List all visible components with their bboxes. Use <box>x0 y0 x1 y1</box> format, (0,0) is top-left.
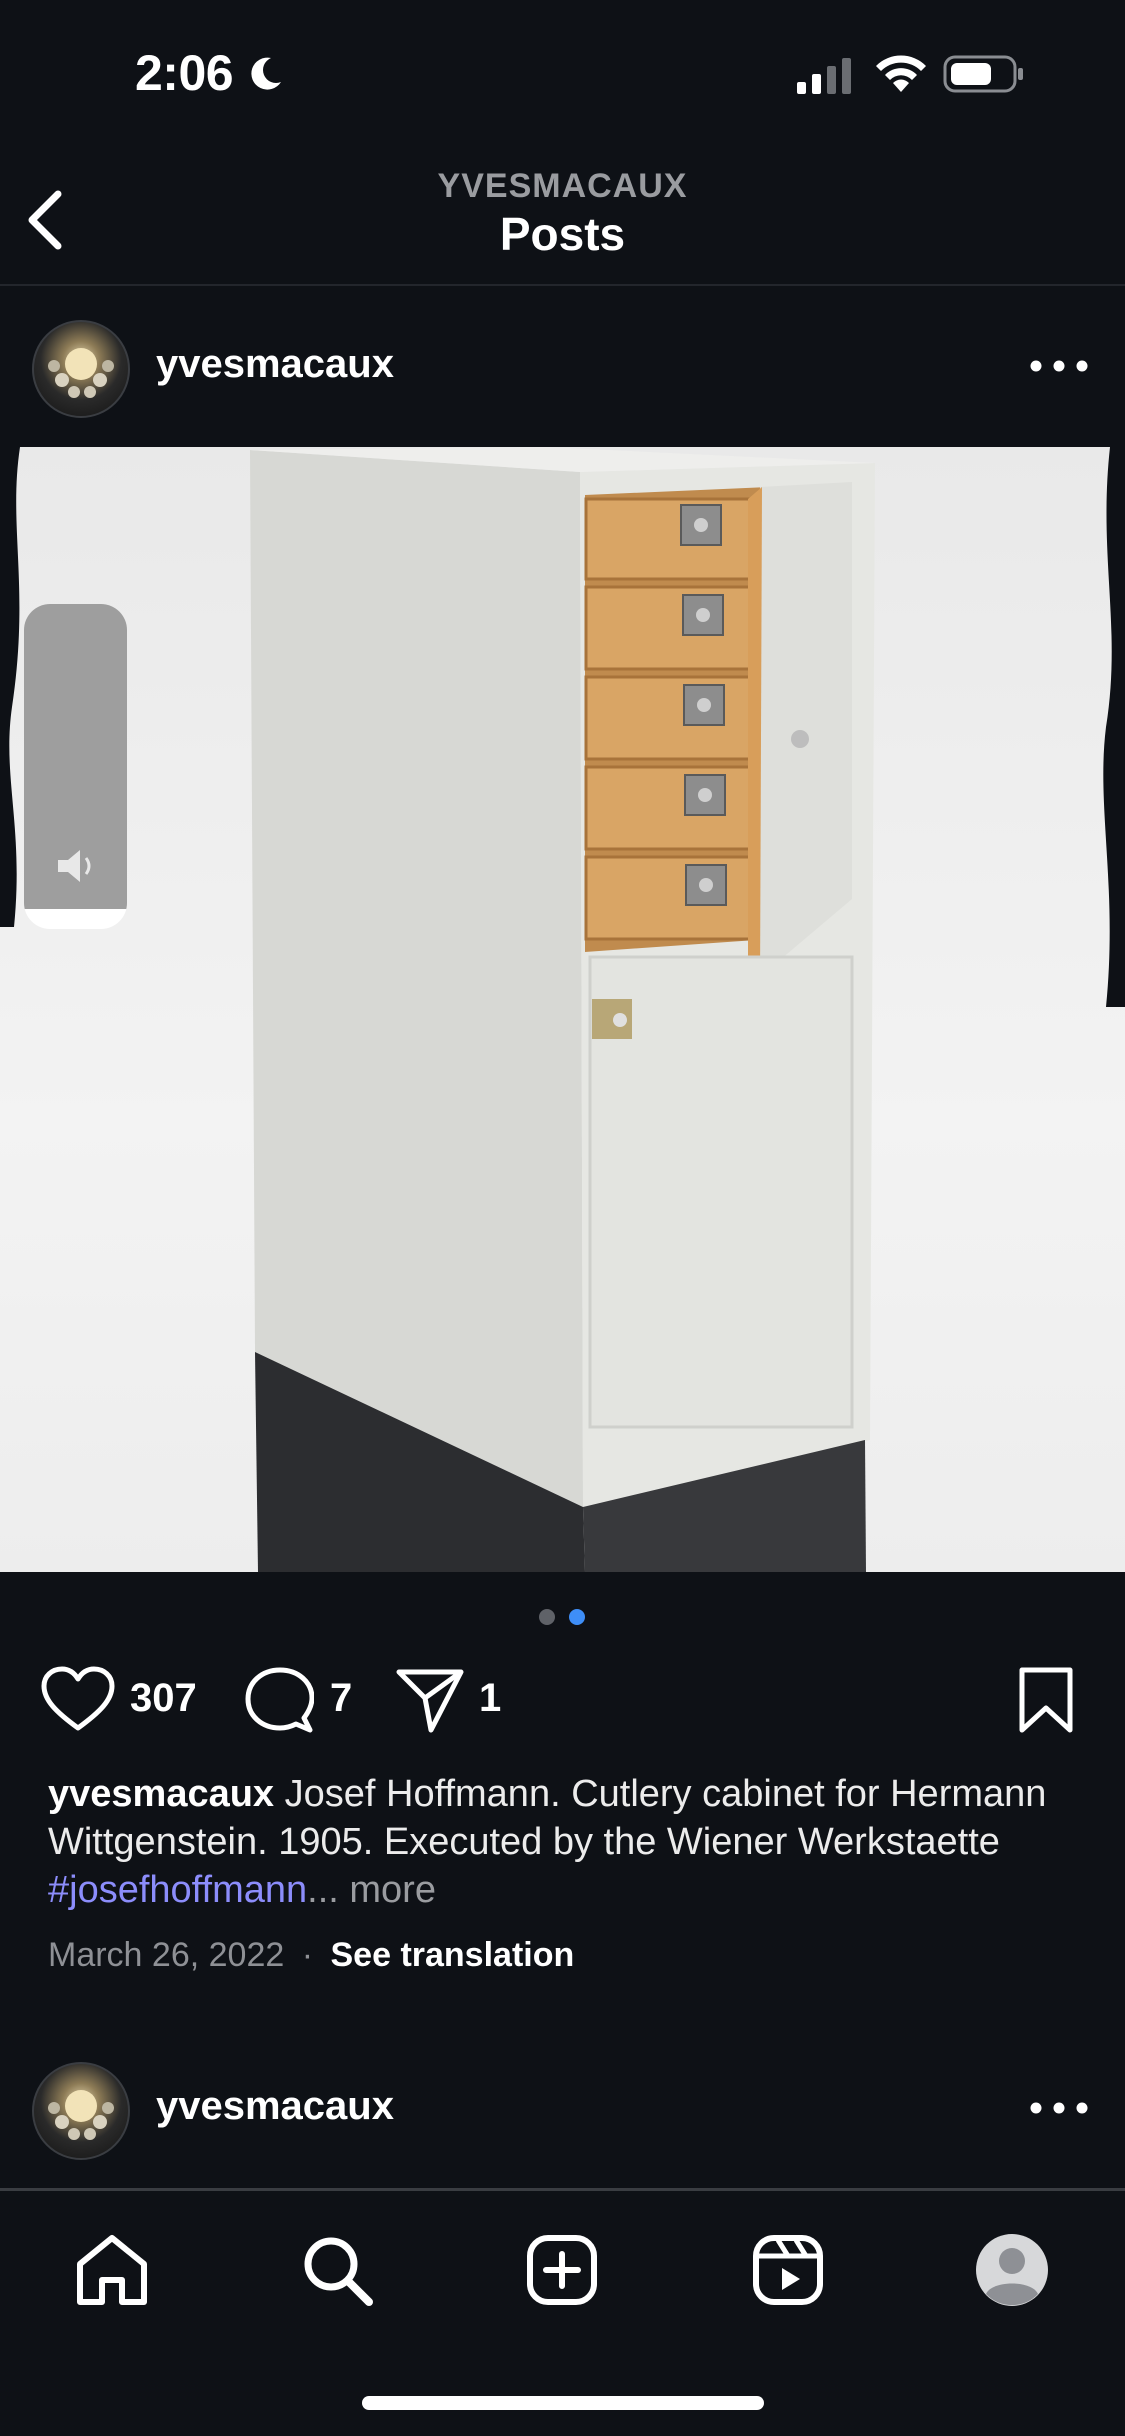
reels-icon[interactable] <box>748 2230 828 2310</box>
status-time: 2:06 <box>135 45 234 101</box>
date-separator: · <box>301 1936 314 1974</box>
post-image[interactable] <box>0 447 1125 1572</box>
avatar[interactable] <box>32 320 130 418</box>
post-date: March 26, 2022 <box>48 1936 285 1974</box>
comment-icon[interactable] <box>244 1666 314 1736</box>
next-post-username[interactable]: yvesmacaux <box>156 2084 394 2129</box>
share-count[interactable]: 1 <box>479 1676 501 1721</box>
post-date-row: March 26, 2022 · See translation <box>48 1936 574 1975</box>
next-post-more-options-icon[interactable] <box>1024 2088 1094 2128</box>
home-icon[interactable] <box>72 2230 152 2310</box>
page-title: Posts <box>499 208 626 260</box>
header-divider <box>0 284 1125 286</box>
speaker-icon <box>58 850 91 882</box>
volume-indicator <box>24 604 127 929</box>
like-count[interactable]: 307 <box>130 1676 197 1721</box>
battery-icon <box>943 55 1023 93</box>
post-caption: yvesmacaux Josef Hoffmann. Cutlery cabin… <box>48 1770 1078 1914</box>
create-icon[interactable] <box>522 2230 602 2310</box>
profile-icon[interactable] <box>972 2230 1052 2310</box>
comment-count[interactable]: 7 <box>330 1676 352 1721</box>
moon-icon <box>251 57 281 90</box>
header-account: YVESMACAUX <box>437 167 688 205</box>
bookmark-icon[interactable] <box>1016 1666 1076 1736</box>
like-icon[interactable] <box>40 1666 116 1734</box>
carousel-dot-2 <box>569 1609 585 1625</box>
see-translation-link[interactable]: See translation <box>331 1936 575 1974</box>
tab-bar-divider <box>0 2188 1125 2191</box>
home-indicator[interactable] <box>362 2396 764 2410</box>
more-options-icon[interactable] <box>1024 346 1094 386</box>
carousel-dot-1 <box>539 1609 555 1625</box>
next-post-avatar[interactable] <box>32 2062 130 2160</box>
share-icon[interactable] <box>395 1666 465 1736</box>
signal-icon <box>797 58 851 94</box>
caption-more-link[interactable]: ... more <box>307 1869 436 1911</box>
post-username[interactable]: yvesmacaux <box>156 342 394 387</box>
search-icon[interactable] <box>297 2230 377 2310</box>
caption-username[interactable]: yvesmacaux <box>48 1773 274 1815</box>
wifi-icon <box>876 55 926 92</box>
caption-hashtag[interactable]: #josefhoffmann <box>48 1869 307 1911</box>
